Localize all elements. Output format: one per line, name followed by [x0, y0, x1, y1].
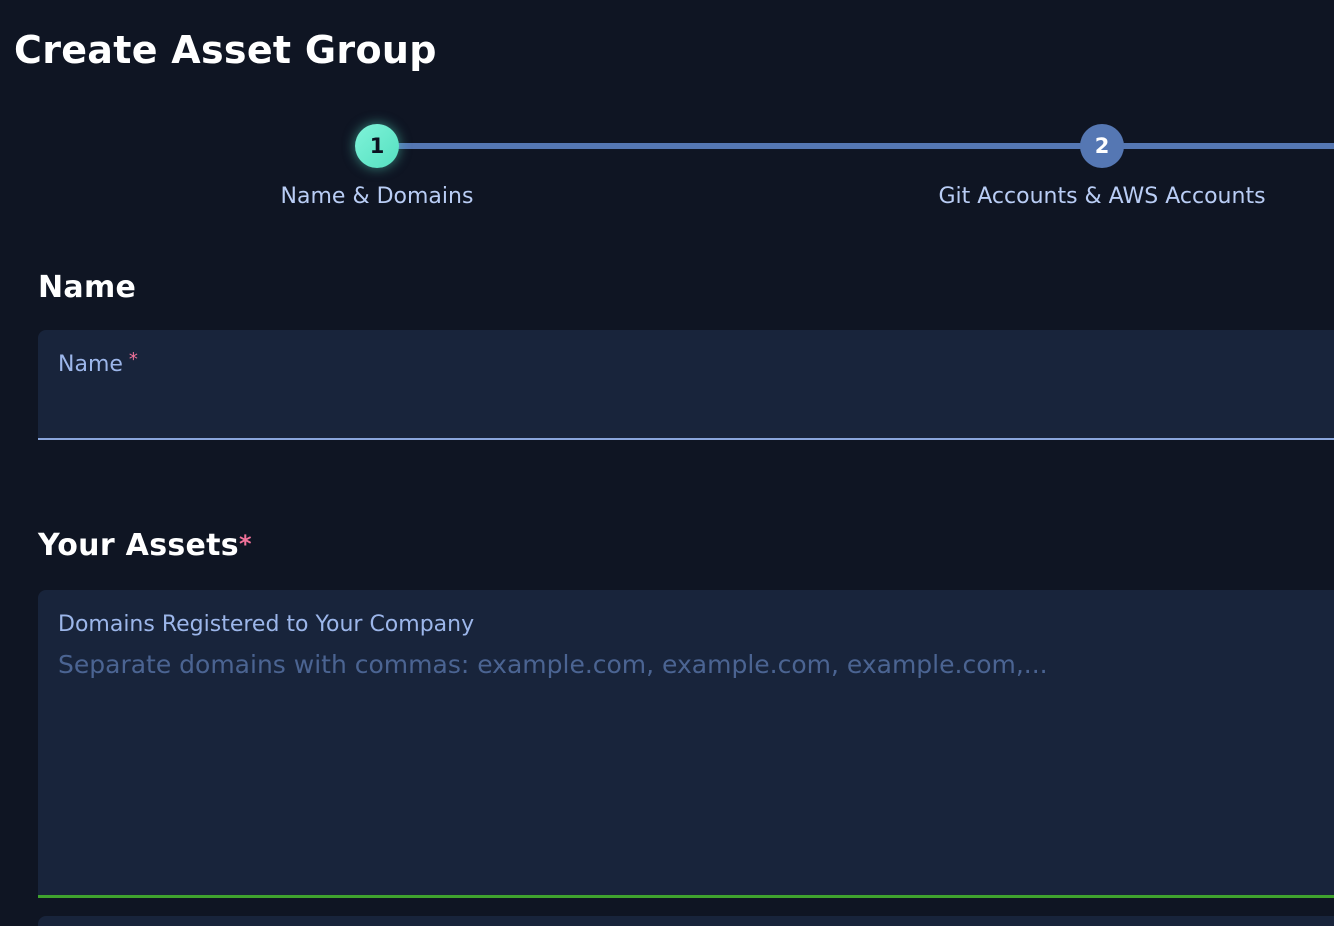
- next-field-partial[interactable]: [38, 916, 1334, 926]
- required-mark: *: [238, 530, 252, 558]
- name-input[interactable]: [58, 388, 1322, 426]
- domains-field-label: Domains Registered to Your Company: [58, 612, 475, 637]
- step-2-label[interactable]: Git Accounts & AWS Accounts: [938, 183, 1265, 211]
- domains-textarea[interactable]: [58, 648, 1318, 878]
- step-1-indicator[interactable]: 1: [355, 124, 399, 168]
- assets-heading-text: Your Assets: [38, 528, 239, 563]
- assets-section-heading: Your Assets*: [38, 527, 252, 565]
- name-section-heading: Name: [38, 270, 137, 305]
- step-1-label[interactable]: Name & Domains: [281, 183, 474, 211]
- required-mark: *: [128, 349, 138, 370]
- name-field[interactable]: Name *: [38, 330, 1334, 440]
- step-2-indicator[interactable]: 2: [1080, 124, 1124, 168]
- create-asset-group-page: Create Asset Group 1 Name & Domains 2 Gi…: [0, 0, 1334, 926]
- name-field-label-text: Name: [58, 352, 123, 377]
- step-2-number: 2: [1094, 134, 1110, 158]
- domains-field[interactable]: Domains Registered to Your Company: [38, 590, 1334, 898]
- name-field-label: Name *: [58, 349, 138, 380]
- stepper: 1 Name & Domains 2 Git Accounts & AWS Ac…: [0, 0, 1334, 220]
- step-1-number: 1: [369, 134, 385, 158]
- step-connector-line: [378, 143, 1104, 149]
- step-connector-line: [1102, 143, 1334, 149]
